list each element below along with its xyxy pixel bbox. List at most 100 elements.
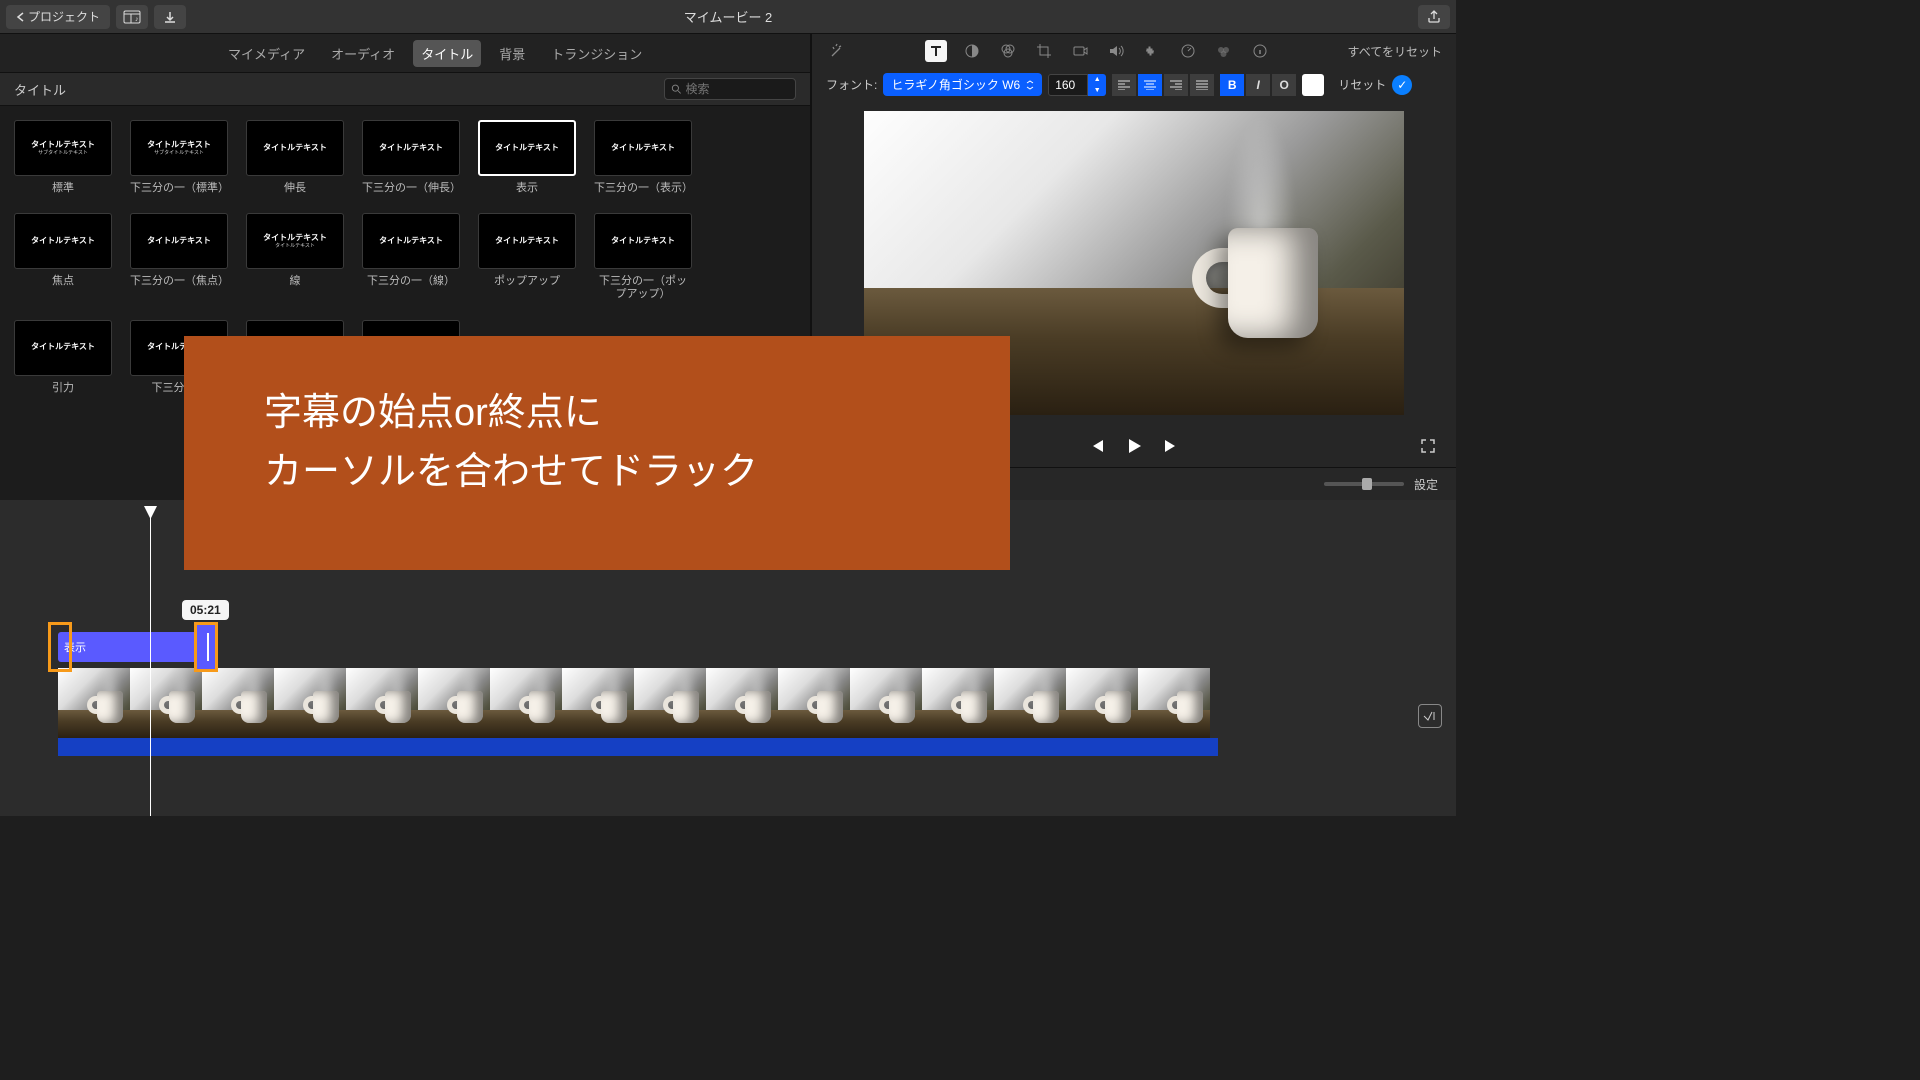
title-card-label: 線 [290,275,301,288]
font-size-input[interactable] [1048,74,1088,96]
italic-button[interactable]: I [1246,74,1270,96]
title-thumbnail: タイトルテキストタイトルテキスト [246,213,344,269]
time-tooltip: 05:21 [182,600,229,620]
back-to-projects-button[interactable]: プロジェクト [6,5,110,29]
color-balance-icon[interactable] [961,40,983,62]
title-thumbnail: タイトルテキスト [130,213,228,269]
title-clip[interactable]: 表示 [58,632,206,662]
tutorial-annotation: 字幕の始点or終点に カーソルを合わせてドラック [184,336,1010,570]
title-card[interactable]: タイトルテキスト下三分の一（焦点） [130,213,228,301]
title-card[interactable]: タイトルテキスト伸長 [246,120,344,195]
tab-titles[interactable]: タイトル [413,40,481,67]
share-button[interactable] [1418,5,1450,29]
title-thumbnail: タイトルテキスト [14,213,112,269]
svg-text:♪: ♪ [135,16,139,23]
next-button[interactable] [1163,439,1179,453]
playhead[interactable] [150,506,151,816]
title-card-label: 下三分の一（伸長） [362,182,460,195]
title-card[interactable]: タイトルテキスト焦点 [14,213,112,301]
video-frame-thumb [1066,668,1138,738]
align-center-button[interactable] [1138,74,1162,96]
font-label: フォント: [826,76,877,93]
video-track[interactable] [58,668,1218,748]
color-correction-icon[interactable] [997,40,1019,62]
search-input[interactable] [686,82,789,96]
volume-icon[interactable] [1105,40,1127,62]
title-thumbnail: タイトルテキスト [246,120,344,176]
title-card[interactable]: タイトルテキスト下三分の一（線） [362,213,460,301]
title-card[interactable]: タイトルテキストサブタイトルテキスト標準 [14,120,112,195]
search-icon [671,83,682,95]
import-button[interactable] [154,5,186,29]
text-style-group: B I O [1220,74,1296,96]
title-card-label: 焦点 [52,275,74,288]
title-thumbnail: タイトルテキスト [478,120,576,176]
title-thumbnail: タイトルテキスト [594,120,692,176]
audio-track[interactable] [58,738,1218,756]
stabilize-icon[interactable] [1069,40,1091,62]
crop-icon[interactable] [1033,40,1055,62]
annotation-line1: 字幕の始点or終点に [264,384,930,443]
fullscreen-button[interactable] [1420,438,1436,454]
title-card-label: 表示 [516,182,538,195]
title-card[interactable]: タイトルテキスト下三分の一（ポップアップ） [594,213,692,301]
search-box[interactable] [664,78,796,100]
title-thumbnail: タイトルテキスト [594,213,692,269]
clip-end-handle-highlight[interactable] [194,622,218,672]
snap-toggle-button[interactable] [1418,704,1442,728]
font-controls: フォント: ヒラギノ角ゴシック W6 ▲▼ B I O リセット [812,69,1456,102]
font-size-stepper[interactable]: ▲▼ [1088,74,1106,96]
annotation-line2: カーソルを合わせてドラック [264,443,930,502]
title-thumbnail: タイトルテキスト [14,320,112,376]
video-frame-thumb [202,668,274,738]
apply-check-button[interactable]: ✓ [1392,75,1412,95]
bold-button[interactable]: B [1220,74,1244,96]
text-color-swatch[interactable] [1302,74,1324,96]
play-button[interactable] [1125,437,1143,455]
video-frame-thumb [562,668,634,738]
align-justify-button[interactable] [1190,74,1214,96]
title-thumbnail: タイトルテキストサブタイトルテキスト [130,120,228,176]
align-left-button[interactable] [1112,74,1136,96]
tab-transitions[interactable]: トランジション [543,40,650,67]
title-card-label: 引力 [52,382,74,395]
timeline-settings-button[interactable]: 設定 [1414,476,1438,493]
text-adjust-icon[interactable] [925,40,947,62]
top-toolbar: プロジェクト ♪ マイムービー 2 [0,0,1456,34]
video-frame-thumb [1138,668,1210,738]
speed-icon[interactable] [1177,40,1199,62]
title-card[interactable]: タイトルテキスト下三分の一（伸長） [362,120,460,195]
title-card[interactable]: タイトルテキストタイトルテキスト線 [246,213,344,301]
info-icon[interactable] [1249,40,1271,62]
video-frame-thumb [706,668,778,738]
title-card[interactable]: タイトルテキストポップアップ [478,213,576,301]
filter-icon[interactable] [1213,40,1235,62]
browser-header-title: タイトル [14,80,66,99]
video-frame-thumb [994,668,1066,738]
prev-button[interactable] [1089,439,1105,453]
title-card[interactable]: タイトルテキスト表示 [478,120,576,195]
outline-button[interactable]: O [1272,74,1296,96]
title-card[interactable]: タイトルテキスト引力 [14,320,112,395]
magic-wand-icon[interactable] [826,40,848,62]
tab-backgrounds[interactable]: 背景 [491,40,533,67]
zoom-slider[interactable] [1324,482,1404,486]
media-library-button[interactable]: ♪ [116,5,148,29]
tab-audio[interactable]: オーディオ [323,40,403,67]
title-card[interactable]: タイトルテキスト下三分の一（表示） [594,120,692,195]
video-frame-thumb [274,668,346,738]
noise-reduction-icon[interactable] [1141,40,1163,62]
clip-start-handle-highlight[interactable] [48,622,72,672]
reset-button[interactable]: リセット [1338,76,1386,93]
title-card[interactable]: タイトルテキストサブタイトルテキスト下三分の一（標準） [130,120,228,195]
title-card-label: 下三分の一（線） [367,275,455,288]
window-title: マイムービー 2 [684,7,773,26]
reset-all-button[interactable]: すべてをリセット [1348,43,1442,60]
video-frame-thumb [850,668,922,738]
back-label: プロジェクト [28,8,100,25]
align-right-button[interactable] [1164,74,1188,96]
font-family-select[interactable]: ヒラギノ角ゴシック W6 [883,73,1042,96]
tab-mymedia[interactable]: マイメディア [220,40,313,67]
title-card-label: 下三分の一（表示） [594,182,692,195]
video-frame-thumb [778,668,850,738]
